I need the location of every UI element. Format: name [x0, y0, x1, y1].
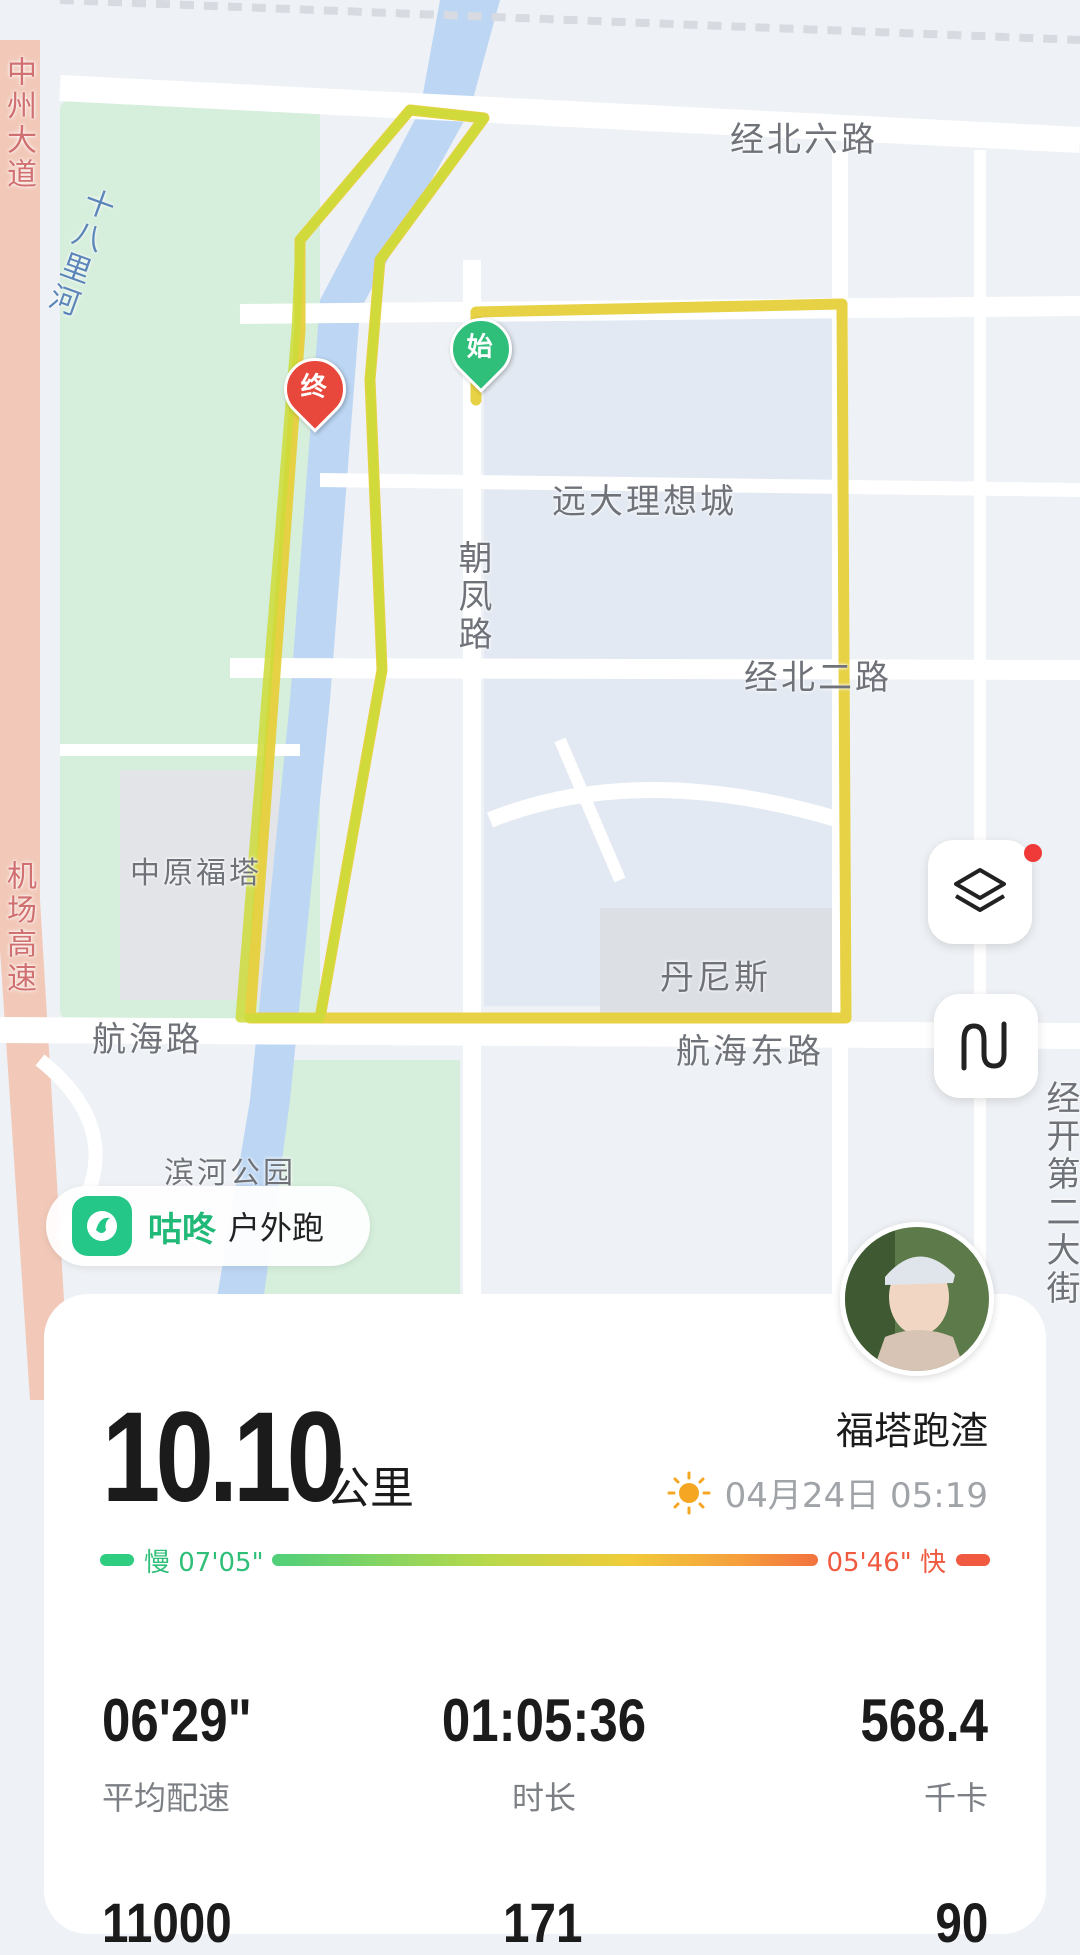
route-wave-icon: [961, 1021, 1007, 1071]
road-label-chaofeng: 朝凤路: [452, 540, 492, 654]
user-name: 福塔跑渣: [835, 1409, 988, 1453]
fast-pace-indicator: [956, 1554, 990, 1566]
user-avatar[interactable]: [840, 1222, 994, 1376]
stat-label: 平均配速: [102, 1779, 231, 1817]
route-map[interactable]: 经北六路 经北二路 航海路 航海东路 朝凤路 中州大道 机场高速 经开第二大街 …: [0, 0, 1080, 1400]
pace-gradient-bar: 慢 07'05" 05'46" 快: [100, 1540, 990, 1580]
stat-stride-partial: 90: [935, 1891, 988, 1954]
brand-name: 咕咚: [148, 1209, 216, 1250]
poi-label-yuanda: 远大理想城: [552, 482, 737, 522]
start-marker-label: 始: [466, 332, 493, 363]
distance-unit: 公里: [326, 1463, 414, 1514]
poi-label-danisi: 丹尼斯: [660, 958, 771, 998]
stat-average-pace: 06'29" 平均配速: [102, 1686, 402, 1819]
road-label-jingkai: 经开第二大街: [1040, 1080, 1080, 1308]
stat-calories: 568.4 千卡: [688, 1686, 988, 1819]
slow-pace-indicator: [100, 1554, 134, 1566]
stat-duration: 01:05:36 时长: [394, 1686, 694, 1819]
slowest-pace: 慢 07'05": [144, 1547, 264, 1578]
route-playback-button[interactable]: [934, 994, 1038, 1098]
run-date-row: 04月24日 05:19: [667, 1468, 988, 1517]
app-brand-badge: 咕咚 户外跑: [46, 1186, 370, 1266]
notification-dot: [1024, 844, 1042, 862]
distance-value: 10.10: [102, 1386, 345, 1529]
map-layers-button[interactable]: [928, 840, 1032, 944]
stat-value: 06'29": [102, 1687, 252, 1754]
stat-cadence-partial: 171: [503, 1891, 583, 1954]
stat-steps-partial: 11000: [102, 1891, 232, 1954]
end-marker-label: 终: [300, 372, 327, 403]
road-label-hanghai: 航海路: [92, 1020, 203, 1060]
road-label-jingbei6: 经北六路: [730, 120, 878, 160]
fastest-pace: 05'46" 快: [826, 1547, 946, 1578]
poi-label-zhongyuan: 中原福塔: [130, 856, 262, 891]
road-label-zhongzhou: 中州大道: [1, 56, 36, 192]
sun-icon: [667, 1471, 711, 1514]
stat-label: 时长: [511, 1779, 576, 1817]
road-label-airport: 机场高速: [1, 860, 36, 996]
stat-value: 01:05:36: [441, 1687, 647, 1754]
road-label-jingbei2: 经北二路: [744, 658, 892, 698]
run-summary-card: 10.10 公里 福塔跑渣 04月24日 05:19 慢 07'05" 05'4…: [44, 1294, 1046, 1954]
activity-mode: 户外跑: [228, 1209, 325, 1247]
stat-label: 千卡: [923, 1779, 988, 1817]
road-label-hanghai-east: 航海东路: [676, 1032, 824, 1072]
run-date: 04月24日 05:19: [724, 1476, 988, 1516]
pace-gradient: [271, 1554, 819, 1566]
stat-value: 568.4: [860, 1687, 988, 1754]
codoon-logo-icon: [72, 1196, 132, 1256]
layers-icon: [954, 868, 1006, 912]
